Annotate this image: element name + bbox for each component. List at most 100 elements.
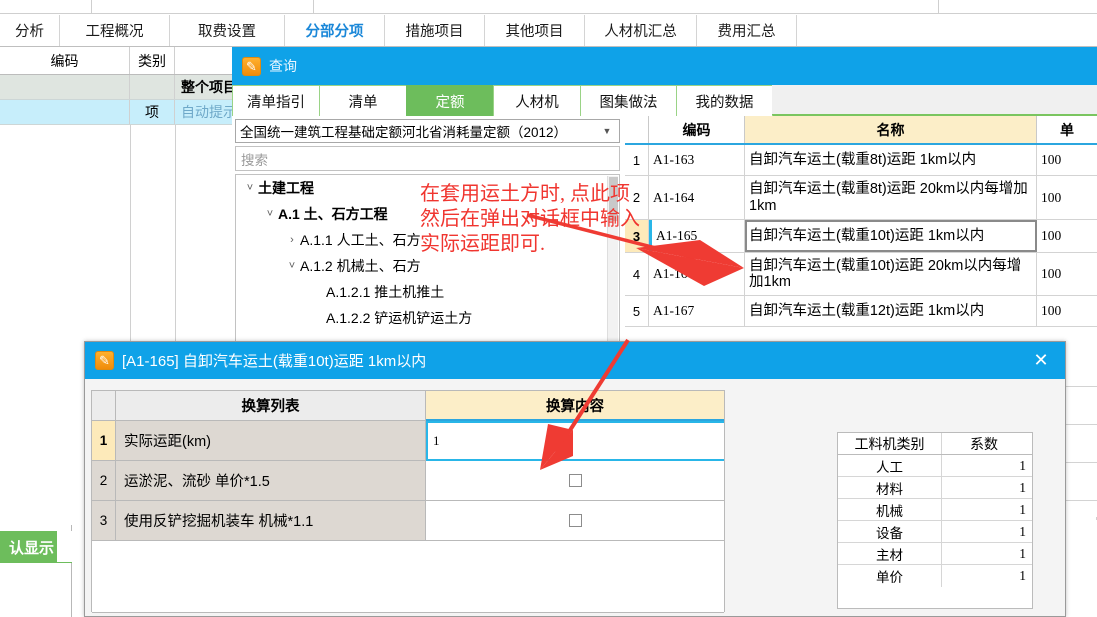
coefficient-row[interactable]: 主材 1 — [838, 543, 1032, 565]
coefficient-row[interactable]: 机械 1 — [838, 499, 1032, 521]
quota-list-row[interactable]: 4 A1-166 自卸汽车运土(载重10t)运距 20km以内每增加1km 10… — [625, 253, 1097, 296]
close-icon[interactable]: ✕ — [1031, 351, 1051, 371]
row-label: 实际运距(km) — [116, 421, 426, 461]
main-tab-bar[interactable]: 分析 工程概况 取费设置 分部分项 措施项目 其他项目 人材机汇总 费用汇总 — [0, 15, 1097, 47]
conversion-table: 换算列表 换算内容 1 实际运距(km) 1 2 运淤泥、流砂 单价*1.5 3… — [91, 390, 725, 613]
main-grid-header-category[interactable]: 类别 — [130, 47, 175, 74]
query-tab-label: 图集做法 — [599, 94, 658, 111]
row-name: 自卸汽车运土(载重10t)运距 20km以内每增加1km — [745, 253, 1037, 295]
pencil-note-icon: ✎ — [95, 351, 114, 370]
silt-checkbox-cell[interactable] — [426, 461, 724, 501]
quota-col-index[interactable] — [625, 116, 649, 143]
query-tab-bar[interactable]: 清单指引 清单 定额 人材机 图集做法 我的数据 — [232, 85, 1097, 116]
coefficient-row[interactable]: 设备 1 — [838, 521, 1032, 543]
row-unit: 100 — [1041, 152, 1062, 167]
quota-col-unit[interactable]: 单 — [1037, 116, 1097, 143]
tree-node-a1-2-1[interactable]: ˅ A.1.2.1 推土机推土 — [236, 279, 619, 305]
quota-list-header: 编码 名称 单 — [625, 116, 1097, 145]
coef-factor[interactable]: 1 — [942, 477, 1032, 498]
query-tab-list[interactable]: 清单 — [319, 85, 407, 116]
conversion-table-empty-area — [92, 541, 724, 613]
chevron-down-icon[interactable]: ˅ — [262, 208, 278, 220]
row-code: A1-163 — [649, 145, 745, 175]
column-label: 编码 — [682, 121, 711, 138]
coef-factor[interactable]: 1 — [942, 521, 1032, 542]
conversion-dialog-title-bar[interactable]: ✎ [A1-165] 自卸汽车运土(载重10t)运距 1km以内 ✕ — [85, 342, 1065, 379]
distance-input[interactable]: 1 — [426, 421, 724, 461]
main-tab-label: 取费设置 — [198, 24, 256, 40]
quota-col-code[interactable]: 编码 — [649, 116, 745, 143]
chevron-down-icon[interactable]: ˅ — [284, 260, 300, 272]
tree-node-a1-2-2[interactable]: ˅ A.1.2.2 铲运机铲运土方 — [236, 305, 619, 331]
row-index: 1 — [625, 145, 649, 175]
annotation-line-3: 实际运距即可. — [420, 233, 545, 255]
quota-list-row[interactable]: 5 A1-167 自卸汽车运土(载重12t)运距 1km以内 100 — [625, 296, 1097, 327]
main-tab-measures[interactable]: 措施项目 — [385, 15, 485, 46]
conversion-row-distance[interactable]: 1 实际运距(km) 1 — [92, 421, 724, 461]
main-tab-fee-settings[interactable]: 取费设置 — [170, 15, 285, 46]
query-tab-label: 清单 — [348, 94, 378, 111]
coefficient-table-header: 工料机类别 系数 — [838, 433, 1032, 455]
coefficient-row[interactable]: 材料 1 — [838, 477, 1032, 499]
main-tab-resource-summary[interactable]: 人材机汇总 — [585, 15, 697, 46]
row-unit: 100 — [1041, 228, 1062, 243]
coef-category: 单价 — [838, 565, 942, 587]
main-tab-label: 人材机汇总 — [604, 24, 677, 40]
column-label: 编码 — [50, 52, 79, 69]
query-tab-quota[interactable]: 定额 — [406, 85, 494, 116]
main-tab-subdivision[interactable]: 分部分项 — [285, 15, 385, 46]
chevron-down-icon[interactable]: ˅ — [242, 182, 258, 194]
main-tab-other-items[interactable]: 其他项目 — [485, 15, 585, 46]
coef-factor[interactable]: 1 — [942, 455, 1032, 476]
library-select[interactable]: 全国统一建筑工程基础定额河北省消耗量定额（2012） ▼ — [235, 119, 620, 143]
backhoe-checkbox-cell[interactable] — [426, 501, 724, 541]
bottom-tab-default-display[interactable]: 认显示 — [0, 531, 57, 563]
conv-col-list[interactable]: 换算列表 — [116, 391, 426, 421]
main-grid-header-code[interactable]: 编码 — [0, 47, 130, 74]
coefficient-row[interactable]: 人工 1 — [838, 455, 1032, 477]
quota-list-row[interactable]: 2 A1-164 自卸汽车运土(载重8t)运距 20km以内每增加1km 100 — [625, 176, 1097, 220]
query-window-title: 查询 — [269, 58, 297, 74]
cell-category — [130, 75, 175, 99]
conversion-row-silt[interactable]: 2 运淤泥、流砂 单价*1.5 — [92, 461, 724, 501]
query-tab-bar-filler — [772, 85, 1097, 115]
conv-col-content[interactable]: 换算内容 — [426, 391, 724, 421]
row-code: A1-165 — [649, 220, 745, 252]
cell-code — [0, 75, 130, 99]
conversion-row-backhoe[interactable]: 3 使用反铲挖掘机装车 机械*1.1 — [92, 501, 724, 541]
column-label-factor: 系数 — [970, 437, 998, 453]
coef-factor[interactable]: 1 — [942, 565, 1032, 587]
bottom-tab-strip-remainder — [57, 531, 72, 563]
main-tab-fee-summary[interactable]: 费用汇总 — [697, 15, 797, 46]
row-name: 自卸汽车运土(载重8t)运距 1km以内 — [745, 145, 1037, 175]
query-tab-resources[interactable]: 人材机 — [493, 85, 581, 116]
chevron-down-icon[interactable]: ▼ — [599, 126, 615, 136]
coef-factor[interactable]: 1 — [942, 543, 1032, 564]
quota-list-row[interactable]: 1 A1-163 自卸汽车运土(载重8t)运距 1km以内 100 — [625, 145, 1097, 176]
conversion-dialog-title: [A1-165] 自卸汽车运土(载重10t)运距 1km以内 — [122, 353, 427, 370]
backhoe-checkbox[interactable] — [568, 514, 582, 527]
column-label-category: 工料机类别 — [838, 433, 942, 454]
chevron-right-icon[interactable]: › — [284, 234, 300, 246]
silt-checkbox[interactable] — [568, 474, 582, 487]
query-tab-atlas-methods[interactable]: 图集做法 — [580, 85, 677, 116]
row-index: 2 — [92, 461, 116, 501]
coef-factor[interactable]: 1 — [942, 499, 1032, 520]
coefficient-row[interactable]: 单价 1 — [838, 565, 1032, 587]
query-window: ✎ 查询 清单指引 清单 定额 人材机 图集做法 我的数据 全国统一建筑工程基础… — [232, 47, 1097, 347]
query-tab-list-guide[interactable]: 清单指引 — [232, 85, 320, 116]
main-tab-bar-filler — [797, 15, 1097, 46]
tree-node-label: A.1 土、石方工程 — [278, 206, 388, 222]
query-tab-my-data[interactable]: 我的数据 — [676, 85, 773, 116]
quota-list-row-selected[interactable]: 3 A1-165 自卸汽车运土(载重10t)运距 1km以内 100 — [625, 220, 1097, 253]
main-tab-analysis[interactable]: 分析 — [0, 15, 60, 46]
main-tab-label: 费用汇总 — [717, 24, 776, 40]
row-label: 使用反铲挖掘机装车 机械*1.1 — [116, 501, 426, 541]
query-window-title-bar[interactable]: ✎ 查询 — [232, 47, 1097, 85]
coef-category: 人工 — [838, 455, 942, 476]
conv-col-index[interactable] — [92, 391, 116, 421]
main-tab-project-overview[interactable]: 工程概况 — [60, 15, 170, 46]
main-tab-label: 分析 — [15, 24, 44, 40]
search-input[interactable]: 搜索 — [235, 146, 620, 171]
quota-col-name[interactable]: 名称 — [745, 116, 1037, 143]
